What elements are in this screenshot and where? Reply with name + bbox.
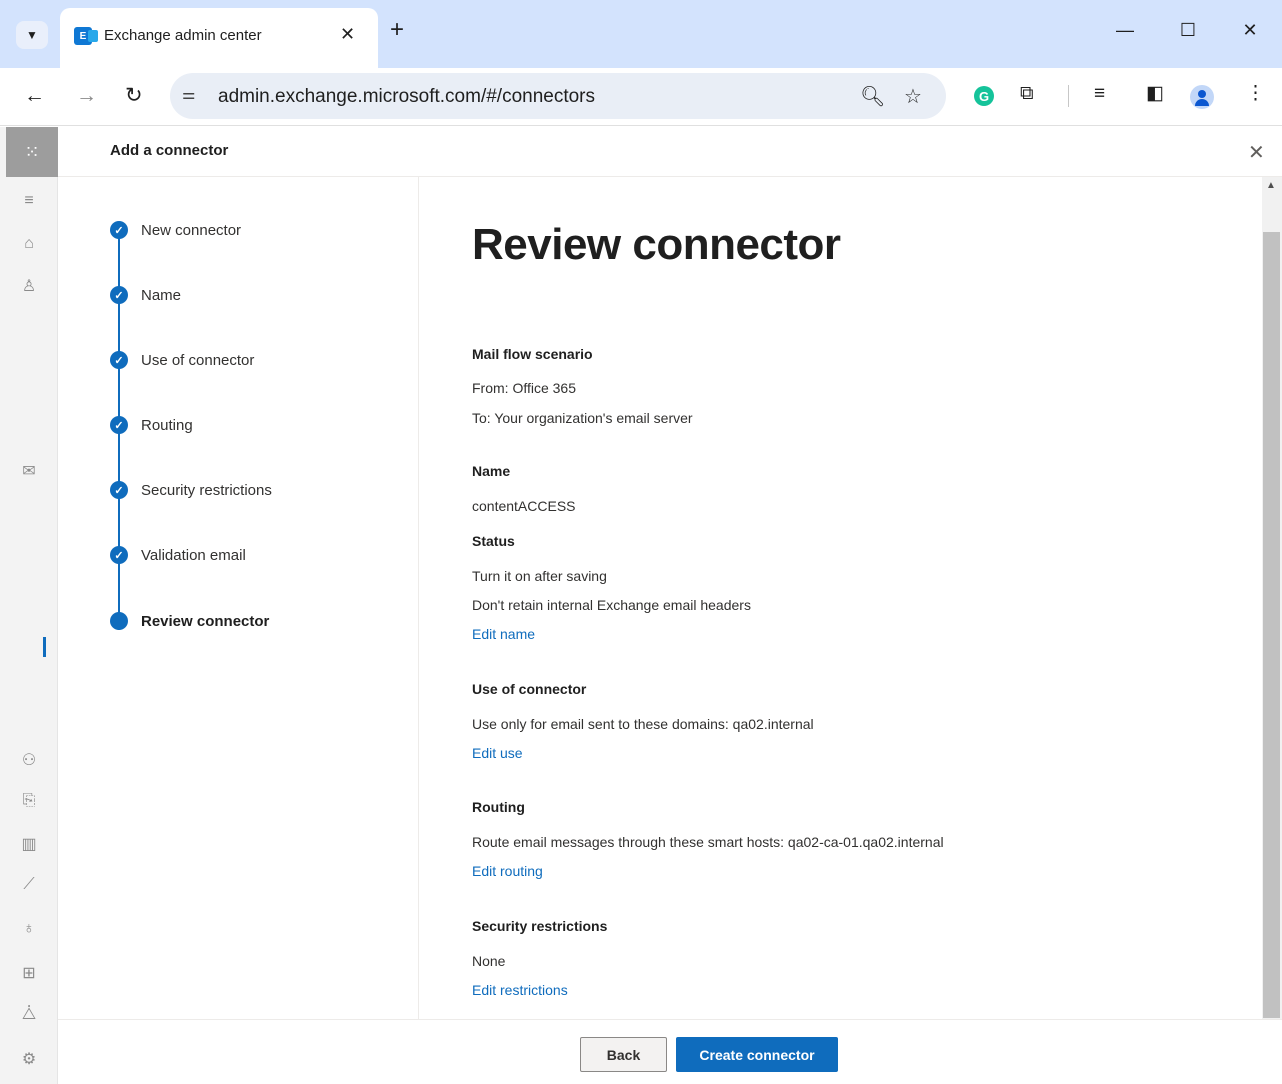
routing-heading: Routing bbox=[472, 799, 525, 815]
edit-name-link[interactable]: Edit name bbox=[472, 626, 535, 642]
chevron-down-icon: ▼ bbox=[26, 28, 38, 42]
toolbar-divider bbox=[1068, 85, 1069, 107]
back-arrow-icon[interactable]: ← bbox=[24, 83, 45, 109]
panel-close-icon[interactable]: ✕ bbox=[1248, 140, 1265, 165]
minimize-icon[interactable]: — bbox=[1113, 20, 1137, 41]
step-routing[interactable]: Routing bbox=[141, 417, 193, 434]
security-value: None bbox=[472, 953, 506, 969]
extensions-puzzle-icon[interactable]: ⧉ bbox=[1020, 84, 1034, 104]
browser-tab[interactable]: E Exchange admin center ✕ bbox=[60, 8, 378, 68]
new-tab-plus-icon[interactable]: + bbox=[390, 18, 404, 42]
status-line-1: Turn it on after saving bbox=[472, 568, 607, 584]
tab-search-button[interactable]: ▼ bbox=[16, 21, 48, 49]
insights-icon[interactable]: ⟋ bbox=[16, 876, 42, 894]
migration-icon[interactable]: ⎘ bbox=[16, 792, 42, 810]
step-validation-email[interactable]: Validation email bbox=[141, 547, 246, 564]
forward-arrow-icon[interactable]: → bbox=[76, 83, 97, 109]
window-close-icon[interactable]: ✕ bbox=[1238, 20, 1262, 41]
grammarly-icon[interactable]: G bbox=[974, 86, 994, 106]
media-control-icon[interactable]: ≡ bbox=[1094, 84, 1105, 104]
organization-icon[interactable]: ⧊ bbox=[16, 1006, 42, 1024]
home-icon[interactable]: ⌂ bbox=[16, 235, 42, 253]
step-current-dot-icon bbox=[110, 612, 128, 630]
use-value: Use only for email sent to these domains… bbox=[472, 716, 814, 732]
bookmark-star-icon[interactable]: ☆ bbox=[904, 84, 922, 109]
browser-toolbar: ← → ↻ ⚌ admin.exchange.microsoft.com/#/c… bbox=[0, 68, 1282, 126]
scroll-up-arrow-icon[interactable]: ▲ bbox=[1266, 180, 1276, 191]
left-nav-rail bbox=[0, 127, 58, 1084]
mail-flow-from: From: Office 365 bbox=[472, 380, 577, 396]
step-security-restrictions[interactable]: Security restrictions bbox=[141, 482, 272, 499]
back-button[interactable]: Back bbox=[580, 1037, 667, 1072]
address-bar[interactable]: ⚌ admin.exchange.microsoft.com/#/connect… bbox=[170, 73, 946, 119]
panel-header-divider bbox=[58, 176, 1282, 177]
routing-value: Route email messages through these smart… bbox=[472, 834, 944, 850]
url-text[interactable]: admin.exchange.microsoft.com/#/connector… bbox=[218, 86, 595, 108]
security-heading: Security restrictions bbox=[472, 918, 608, 934]
page-title: Review connector bbox=[472, 220, 841, 269]
roles-icon[interactable]: ⚇ bbox=[16, 750, 42, 770]
step-new-connector[interactable]: New connector bbox=[141, 222, 241, 239]
name-heading: Name bbox=[472, 463, 511, 479]
reports-icon[interactable]: ▥ bbox=[16, 834, 42, 854]
side-panel-icon[interactable]: ◧ bbox=[1146, 84, 1164, 104]
zoom-icon[interactable]: 🔍︎ bbox=[860, 84, 885, 109]
step-review-connector[interactable]: Review connector bbox=[141, 613, 269, 630]
tab-title: Exchange admin center bbox=[104, 27, 262, 44]
edit-restrictions-link[interactable]: Edit restrictions bbox=[472, 982, 568, 998]
status-line-2: Don't retain internal Exchange email hea… bbox=[472, 597, 751, 613]
app-launcher-icon[interactable]: ⁙ bbox=[6, 127, 58, 177]
tab-close-icon[interactable]: ✕ bbox=[340, 24, 355, 45]
public-folders-icon[interactable]: ⊞ bbox=[16, 963, 42, 983]
mail-flow-to: To: Your organization's email server bbox=[472, 410, 693, 426]
use-heading: Use of connector bbox=[472, 681, 587, 697]
panel-footer bbox=[58, 1019, 1282, 1084]
profile-avatar-icon[interactable] bbox=[1190, 85, 1214, 109]
edit-routing-link[interactable]: Edit routing bbox=[472, 863, 543, 879]
edit-use-link[interactable]: Edit use bbox=[472, 745, 523, 761]
step-check-icon: ✓ bbox=[110, 221, 128, 239]
lightbulb-icon[interactable]: ♁ bbox=[16, 920, 42, 938]
scrollbar-thumb[interactable] bbox=[1263, 232, 1280, 1018]
more-vertical-icon[interactable]: ⋮ bbox=[1246, 84, 1265, 104]
exchange-favicon-icon: E bbox=[74, 27, 98, 45]
step-check-icon: ✓ bbox=[110, 481, 128, 499]
reload-icon[interactable]: ↻ bbox=[125, 83, 143, 109]
person-icon[interactable]: ♙ bbox=[16, 276, 42, 296]
rail-active-marker bbox=[43, 637, 46, 657]
step-check-icon: ✓ bbox=[110, 351, 128, 369]
mail-flow-heading: Mail flow scenario bbox=[472, 346, 593, 362]
step-check-icon: ✓ bbox=[110, 286, 128, 304]
step-use-of-connector[interactable]: Use of connector bbox=[141, 352, 254, 369]
mail-icon[interactable]: ✉ bbox=[16, 461, 42, 481]
site-info-tune-icon[interactable]: ⚌ bbox=[182, 85, 195, 103]
hamburger-icon[interactable]: ≡ bbox=[16, 192, 42, 210]
settings-icon[interactable]: ⚙ bbox=[16, 1049, 42, 1069]
steps-divider bbox=[418, 177, 419, 1019]
step-check-icon: ✓ bbox=[110, 546, 128, 564]
browser-tab-bar: ▼ E Exchange admin center ✕ + — ☐ ✕ bbox=[0, 0, 1282, 68]
status-heading: Status bbox=[472, 533, 515, 549]
maximize-icon[interactable]: ☐ bbox=[1176, 20, 1200, 41]
create-connector-button[interactable]: Create connector bbox=[676, 1037, 838, 1072]
step-check-icon: ✓ bbox=[110, 416, 128, 434]
panel-title: Add a connector bbox=[110, 142, 229, 159]
step-name[interactable]: Name bbox=[141, 287, 181, 304]
name-value: contentACCESS bbox=[472, 498, 576, 514]
